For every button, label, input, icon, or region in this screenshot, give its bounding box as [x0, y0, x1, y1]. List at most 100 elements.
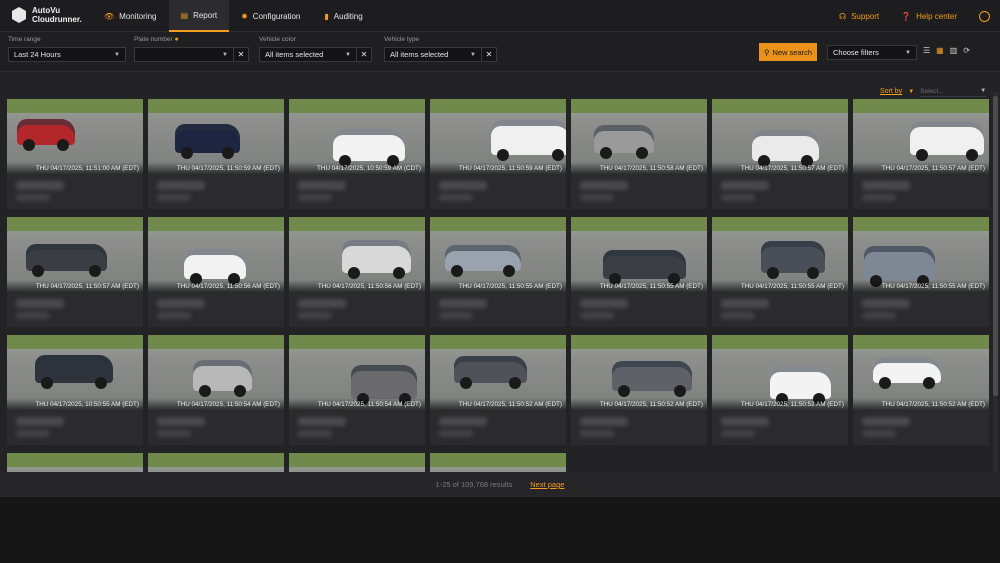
vehicle-photo[interactable]: THU 04/17/2025, 11:50:59 AM (EDT)	[430, 99, 566, 174]
vehicle-photo[interactable]: THU 04/17/2025, 11:50:55 AM (EDT)	[430, 217, 566, 292]
grid-view-icon[interactable]: ▦	[936, 46, 944, 55]
result-card[interactable]: THU 04/17/2025, 11:51:00 AM (EDT)	[7, 99, 143, 209]
result-card[interactable]	[148, 453, 284, 472]
vehicle-type-select[interactable]: All items selected ▼	[384, 47, 482, 62]
chevron-down-icon: ▼	[114, 51, 120, 58]
app-logo[interactable]: AutoVu Cloudrunner.	[12, 6, 82, 24]
result-card[interactable]	[430, 453, 566, 472]
vehicle-photo[interactable]: THU 04/17/2025, 11:51:00 AM (EDT)	[7, 99, 143, 174]
nav-item-label: Configuration	[252, 11, 301, 21]
new-search-button[interactable]: ⚲ New search	[759, 43, 817, 61]
result-card[interactable]: THU 04/17/2025, 11:50:58 AM (EDT)	[571, 99, 707, 209]
vehicle-photo[interactable]: THU 04/17/2025, 10:50:59 AM (CDT)	[289, 99, 425, 174]
read-timestamp: THU 04/17/2025, 10:50:55 AM (EDT)	[7, 398, 143, 410]
pagination-bar: 1-25 of 109,768 results Next page	[0, 472, 1000, 497]
result-card[interactable]: THU 04/17/2025, 11:50:54 AM (EDT)	[289, 335, 425, 445]
vehicle-photo[interactable]: THU 04/17/2025, 11:50:52 AM (EDT)	[712, 335, 848, 410]
result-card[interactable]: THU 04/17/2025, 11:50:55 AM (EDT)	[712, 217, 848, 327]
result-card[interactable]: THU 04/17/2025, 11:50:52 AM (EDT)	[712, 335, 848, 445]
vehicle-photo[interactable]: THU 04/17/2025, 11:50:55 AM (EDT)	[853, 217, 989, 292]
time-range-label: Time range	[8, 36, 41, 43]
choose-filters-select[interactable]: Choose filters ▼	[827, 45, 917, 60]
vehicle-photo[interactable]: THU 04/17/2025, 11:50:57 AM (EDT)	[7, 217, 143, 292]
vehicle-photo[interactable]: THU 04/17/2025, 11:50:59 AM (EDT)	[148, 99, 284, 174]
result-card[interactable]: THU 04/17/2025, 11:50:52 AM (EDT)	[430, 335, 566, 445]
plate-number-select[interactable]: ▼	[134, 47, 234, 62]
result-card[interactable]: THU 04/17/2025, 11:50:55 AM (EDT)	[430, 217, 566, 327]
vehicle-photo[interactable]	[289, 453, 425, 472]
nav-item-label: Monitoring	[119, 11, 157, 21]
support-link[interactable]: ☊ Support	[839, 12, 879, 21]
clear-plate-number-button[interactable]: ✕	[234, 47, 249, 62]
sort-select[interactable]: Select... ▼	[920, 86, 987, 97]
blurred-plate-info	[16, 194, 50, 201]
map-view-icon[interactable]: ▥	[950, 46, 958, 55]
result-card[interactable]	[289, 453, 425, 472]
blurred-plate-info	[439, 312, 473, 319]
results-scrollbar[interactable]	[993, 92, 998, 472]
result-card[interactable]: THU 04/17/2025, 11:50:52 AM (EDT)	[571, 335, 707, 445]
vehicle-photo[interactable]: THU 04/17/2025, 11:50:56 AM (EDT)	[289, 217, 425, 292]
blurred-plate-info	[16, 430, 50, 437]
chevron-down-icon: ▼	[905, 49, 911, 56]
clear-vehicle-type-button[interactable]: ✕	[482, 47, 497, 62]
help-icon[interactable]: ●	[174, 36, 178, 43]
chevron-down-icon: ▼	[470, 51, 476, 58]
refresh-icon[interactable]: ⟳	[963, 46, 970, 55]
chevron-down-icon: ▼	[222, 51, 228, 58]
vehicle-photo[interactable]: THU 04/17/2025, 11:50:57 AM (EDT)	[712, 99, 848, 174]
scrollbar-thumb[interactable]	[993, 96, 998, 396]
nav-item-configuration[interactable]: ✹ Configuration	[229, 0, 312, 32]
top-navigation-bar: AutoVu Cloudrunner. 👁 Monitoring ▤ Report ✹ C…	[0, 0, 1000, 32]
list-view-icon[interactable]: ☰	[923, 46, 930, 55]
blurred-plate-info	[16, 312, 50, 319]
gear-icon: ✹	[241, 11, 248, 21]
vehicle-color-select[interactable]: All items selected ▼	[259, 47, 357, 62]
time-range-select[interactable]: Last 24 Hours ▼	[8, 47, 126, 62]
next-page-link[interactable]: Next page	[530, 480, 564, 489]
result-card[interactable]	[7, 453, 143, 472]
result-card[interactable]: THU 04/17/2025, 11:50:57 AM (EDT)	[7, 217, 143, 327]
clear-vehicle-color-button[interactable]: ✕	[357, 47, 372, 62]
vehicle-photo[interactable]: THU 04/17/2025, 11:50:54 AM (EDT)	[289, 335, 425, 410]
vehicle-photo[interactable]: THU 04/17/2025, 11:50:55 AM (EDT)	[712, 217, 848, 292]
time-range-value: Last 24 Hours	[14, 50, 61, 59]
user-account-icon[interactable]	[979, 10, 990, 22]
nav-item-monitoring[interactable]: 👁 Monitoring	[92, 0, 169, 32]
result-card[interactable]: THU 04/17/2025, 11:50:59 AM (EDT)	[430, 99, 566, 209]
vehicle-photo[interactable]	[7, 453, 143, 472]
vehicle-photo[interactable]: THU 04/17/2025, 11:50:54 AM (EDT)	[148, 335, 284, 410]
vehicle-photo[interactable]: THU 04/17/2025, 11:50:52 AM (EDT)	[430, 335, 566, 410]
result-card[interactable]: THU 04/17/2025, 11:50:57 AM (EDT)	[853, 99, 989, 209]
result-card[interactable]: THU 04/17/2025, 11:50:56 AM (EDT)	[148, 217, 284, 327]
vehicle-photo[interactable]	[148, 453, 284, 472]
bottom-empty-area	[0, 497, 1000, 563]
vehicle-photo[interactable]: THU 04/17/2025, 10:50:55 AM (EDT)	[7, 335, 143, 410]
read-timestamp: THU 04/17/2025, 11:50:55 AM (EDT)	[571, 280, 707, 292]
vehicle-photo[interactable]: THU 04/17/2025, 11:50:58 AM (EDT)	[571, 99, 707, 174]
nav-item-report[interactable]: ▤ Report	[168, 0, 230, 32]
vehicle-photo[interactable]: THU 04/17/2025, 11:50:55 AM (EDT)	[571, 217, 707, 292]
result-card[interactable]: THU 04/17/2025, 11:50:55 AM (EDT)	[853, 217, 989, 327]
result-card[interactable]: THU 04/17/2025, 11:50:57 AM (EDT)	[712, 99, 848, 209]
nav-item-auditing[interactable]: ▮ Auditing	[312, 0, 374, 32]
vehicle-photo[interactable]: THU 04/17/2025, 11:50:56 AM (EDT)	[148, 217, 284, 292]
result-card[interactable]: THU 04/17/2025, 10:50:55 AM (EDT)	[7, 335, 143, 445]
result-card[interactable]: THU 04/17/2025, 11:50:52 AM (EDT)	[853, 335, 989, 445]
vehicle-photo[interactable]	[430, 453, 566, 472]
results-count: 1-25 of 109,768 results	[435, 480, 513, 489]
result-card[interactable]: THU 04/17/2025, 11:50:55 AM (EDT)	[571, 217, 707, 327]
result-card[interactable]: THU 04/17/2025, 11:50:56 AM (EDT)	[289, 217, 425, 327]
vehicle-photo[interactable]: THU 04/17/2025, 11:50:52 AM (EDT)	[853, 335, 989, 410]
result-card[interactable]: THU 04/17/2025, 10:50:59 AM (CDT)	[289, 99, 425, 209]
read-timestamp: THU 04/17/2025, 11:50:59 AM (EDT)	[430, 162, 566, 174]
help-center-label: Help center	[916, 11, 957, 21]
read-timestamp: THU 04/17/2025, 11:50:56 AM (EDT)	[148, 280, 284, 292]
vehicle-photo[interactable]: THU 04/17/2025, 11:50:52 AM (EDT)	[571, 335, 707, 410]
result-card[interactable]: THU 04/17/2025, 11:50:54 AM (EDT)	[148, 335, 284, 445]
result-card[interactable]: THU 04/17/2025, 11:50:59 AM (EDT)	[148, 99, 284, 209]
help-center-link[interactable]: ❓ Help center	[901, 12, 957, 21]
sort-by-link[interactable]: Sort by	[880, 88, 902, 95]
sort-direction-icon[interactable]: ▼	[908, 89, 914, 95]
vehicle-photo[interactable]: THU 04/17/2025, 11:50:57 AM (EDT)	[853, 99, 989, 174]
